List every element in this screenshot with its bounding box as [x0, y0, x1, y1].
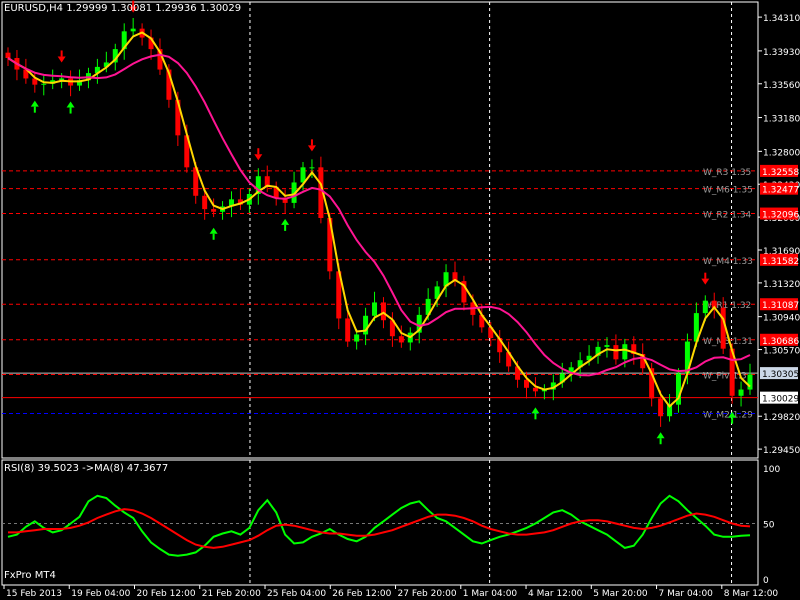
- bear-candle: [5, 52, 11, 58]
- buy-arrow: [531, 407, 540, 414]
- slow-ma-line: [7, 53, 751, 377]
- time-tick-label: 15 Feb 2013: [6, 589, 62, 599]
- buy-arrow: [656, 432, 665, 439]
- price-tick-label: 1.31320: [763, 280, 800, 290]
- bull-candle: [130, 28, 136, 32]
- time-tick-label: 7 Mar 04:00: [659, 589, 714, 599]
- time-tick-label: 20 Feb 12:00: [137, 589, 196, 599]
- price-tick-label: 1.33180: [763, 115, 800, 125]
- bear-candle: [658, 398, 664, 417]
- chart-frames: [1, 1, 759, 586]
- sell-arrow: [307, 145, 316, 152]
- bull-candle: [622, 344, 628, 360]
- rsi-line: [7, 494, 751, 557]
- time-tick-label: 5 Mar 20:00: [593, 589, 648, 599]
- bear-candle: [398, 336, 404, 343]
- level-tag-label: 1.32096: [762, 211, 799, 221]
- chart-title: EURUSD,H4 1.29999 1.30081 1.29936 1.3002…: [4, 3, 242, 14]
- time-tick-label: 25 Feb 04:00: [267, 589, 326, 599]
- bull-candle: [604, 345, 610, 347]
- moving-averages: [7, 31, 751, 408]
- sell-arrow: [254, 154, 263, 161]
- price-tick-label: 1.33930: [763, 48, 800, 58]
- price-tick-label: 1.30570: [763, 347, 800, 357]
- bull-candle: [747, 374, 753, 390]
- sell-arrow: [701, 278, 710, 285]
- rsi-panel: 100 50 0: [2, 465, 780, 586]
- level-label: W_R3 1.35: [703, 168, 751, 178]
- bull-candle: [372, 302, 378, 316]
- level-tag-label: 1.31087: [762, 301, 799, 311]
- bear-candle: [380, 302, 386, 321]
- price-tick-label: 1.29820: [763, 413, 800, 423]
- chart-canvas: W_R3 1.35 W_M6 1.35 W_R2 1.34 W_M4 1.33 W_R1…: [1, 0, 800, 599]
- bear-candle: [532, 387, 538, 392]
- price-tick-label: 1.29450: [763, 446, 800, 456]
- pivot-levels: W_R3 1.35 W_M6 1.35 W_R2 1.34 W_M4 1.33 W_R1…: [2, 168, 758, 421]
- rsi-tick-label: 0: [763, 576, 769, 586]
- time-tick-label: 21 Feb 20:00: [202, 589, 261, 599]
- level-tag-label: 1.30686: [762, 337, 799, 347]
- time-tick-label: 8 Mar 12:00: [724, 589, 779, 599]
- price-tick-label: 1.30940: [763, 314, 800, 324]
- bear-candle: [345, 318, 351, 342]
- rsi-ma-line: [8, 508, 751, 549]
- buy-arrow: [66, 101, 75, 108]
- time-axis: 15 Feb 2013 19 Feb 04:00 20 Feb 12:00 21 Fe…: [3, 585, 779, 599]
- rsi-title: RSI(8) 39.5023 ->MA(8) 47.3677: [4, 463, 169, 474]
- buy-arrow: [30, 100, 39, 107]
- sell-arrow: [57, 56, 66, 63]
- vertical-gridlines: [249, 2, 733, 585]
- level-tag-label: 1.31582: [762, 257, 799, 267]
- price-tick-label: 1.33560: [763, 81, 800, 91]
- signal-arrows: [30, 0, 737, 445]
- buy-arrow: [281, 218, 290, 225]
- level-label: W_R1 1.32: [703, 301, 751, 311]
- rsi-panel-frame: [1, 459, 759, 586]
- level-label: W_M2 1.29: [703, 411, 753, 421]
- time-tick-label: 4 Mar 12:00: [528, 589, 583, 599]
- candlesticks: [5, 18, 753, 427]
- buy-arrow: [209, 227, 218, 234]
- rsi-tick-label: 50: [763, 521, 775, 531]
- bear-candle: [211, 209, 217, 212]
- level-label: W_M6 1.35: [703, 186, 753, 196]
- level-label: W_M4 1.33: [703, 257, 753, 267]
- price-axis: 1.34310 1.33930 1.33560 1.33180 1.32800 1.324…: [758, 14, 800, 456]
- bull-candle: [41, 83, 47, 85]
- time-tick-label: 26 Feb 12:00: [332, 589, 391, 599]
- bear-candle: [202, 195, 208, 210]
- time-tick-label: 1 Mar 04:00: [463, 589, 518, 599]
- current-price-label: 1.30305: [762, 370, 799, 380]
- level-tag-label: 1.32558: [762, 168, 799, 178]
- bull-candle: [300, 167, 306, 183]
- time-tick-label: 19 Feb 04:00: [71, 589, 130, 599]
- bull-candle: [309, 167, 315, 169]
- level-tag-label: 1.32477: [762, 186, 799, 196]
- rsi-tick-label: 100: [763, 465, 780, 475]
- price-tick-label: 1.32800: [763, 148, 800, 158]
- broker-brand: FxPro MT4: [4, 570, 56, 581]
- time-tick-label: 27 Feb 20:00: [398, 589, 457, 599]
- level-label: W_R2 1.34: [703, 211, 752, 221]
- price-tick-label: 1.34310: [763, 14, 800, 24]
- bull-candle: [738, 389, 744, 396]
- bull-candle: [354, 334, 360, 342]
- bear-candle: [613, 345, 619, 360]
- fast-ma-line: [7, 31, 751, 408]
- bull-candle: [702, 300, 708, 314]
- current-price-label: 1.30029: [762, 395, 799, 405]
